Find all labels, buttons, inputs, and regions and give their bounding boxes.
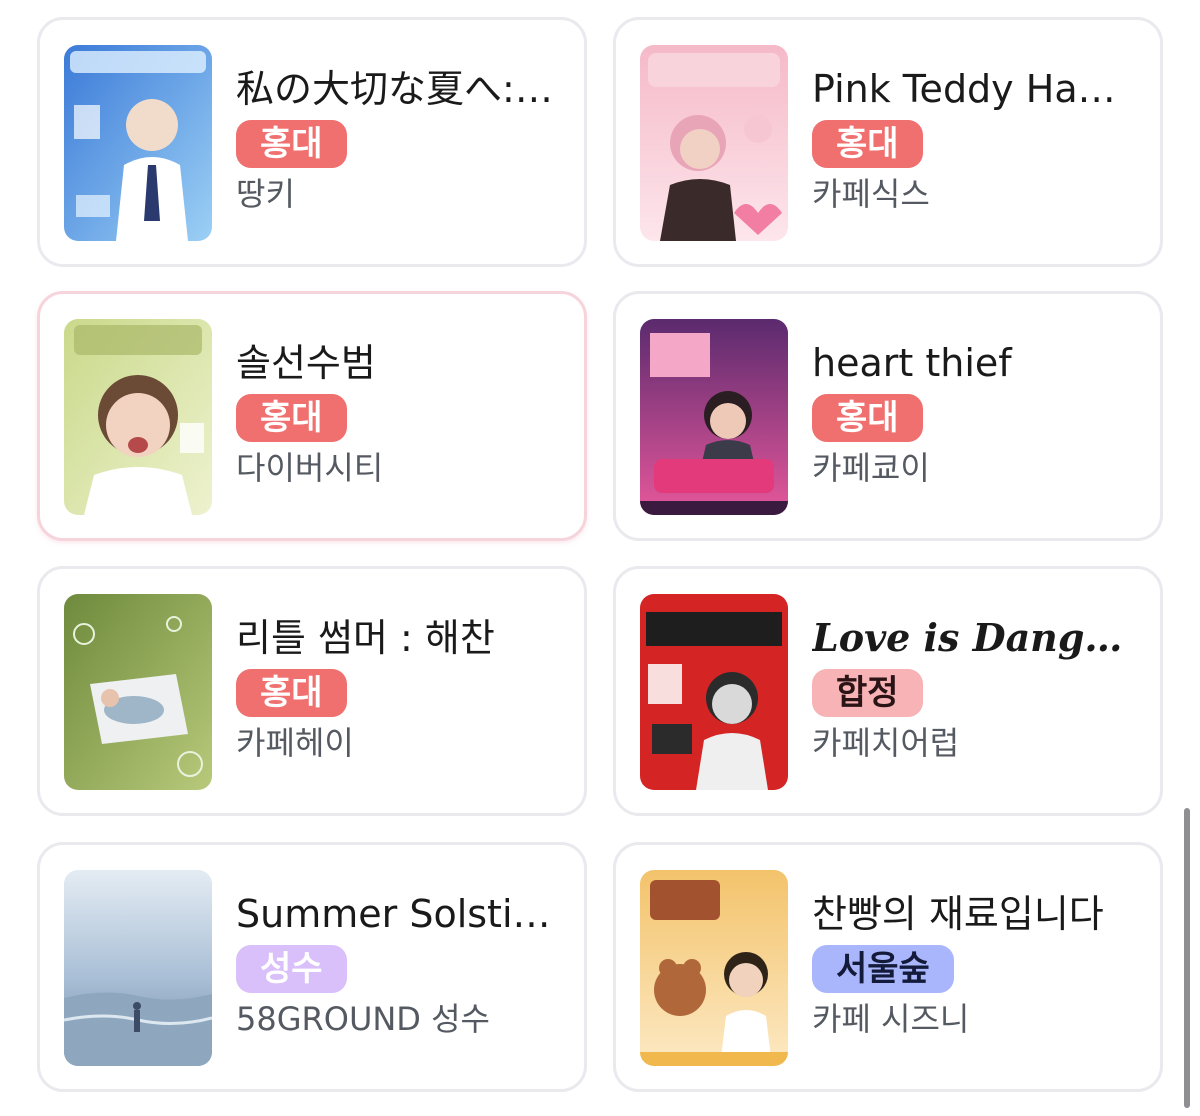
event-title: 찬빵의 재료입니다 — [812, 892, 1104, 936]
event-card[interactable]: heart thief 홍대 카페쿄이 — [613, 291, 1163, 541]
event-poster-image — [640, 319, 788, 515]
vertical-scrollbar[interactable] — [1184, 808, 1190, 1108]
location-badge: 홍대 — [236, 394, 347, 442]
event-poster-image — [640, 594, 788, 790]
event-poster-image — [640, 870, 788, 1066]
event-poster-image — [64, 870, 212, 1066]
event-card-grid: 私の大切な夏へ: … 홍대 땅키 Pink Teddy Hae… 홍대 카페식스 — [0, 0, 1200, 1116]
location-badge: 홍대 — [812, 394, 923, 442]
venue-name: 카페식스 — [812, 175, 930, 213]
event-poster-image — [64, 45, 212, 241]
event-card[interactable]: Summer Solstic… 성수 58GROUND 성수 — [37, 842, 587, 1092]
venue-name: 땅키 — [236, 175, 295, 213]
event-title: Love is Danger… — [812, 615, 1134, 660]
event-card[interactable]: 찬빵의 재료입니다 서울숲 카페 시즈니 — [613, 842, 1163, 1092]
location-badge: 서울숲 — [812, 945, 954, 993]
event-title: heart thief — [812, 341, 1012, 385]
event-card[interactable]: 솔선수범 홍대 다이버시티 — [37, 291, 587, 541]
location-badge: 성수 — [236, 945, 347, 993]
location-badge: 합정 — [812, 669, 923, 717]
venue-name: 다이버시티 — [236, 449, 384, 487]
event-poster-image — [640, 45, 788, 241]
event-title: 리틀 썸머 : 해찬 — [236, 616, 495, 660]
event-card[interactable]: 私の大切な夏へ: … 홍대 땅키 — [37, 17, 587, 267]
event-title: Summer Solstic… — [236, 892, 558, 936]
event-title: 솔선수범 — [236, 341, 376, 385]
venue-name: 카페헤이 — [236, 724, 354, 762]
event-card[interactable]: Love is Danger… 합정 카페치어럽 — [613, 566, 1163, 816]
venue-name: 카페치어럽 — [812, 724, 960, 762]
event-card[interactable]: Pink Teddy Hae… 홍대 카페식스 — [613, 17, 1163, 267]
location-badge: 홍대 — [812, 120, 923, 168]
location-badge: 홍대 — [236, 669, 347, 717]
event-poster-image — [64, 594, 212, 790]
venue-name: 58GROUND 성수 — [236, 1000, 490, 1038]
event-card[interactable]: 리틀 썸머 : 해찬 홍대 카페헤이 — [37, 566, 587, 816]
location-badge: 홍대 — [236, 120, 347, 168]
event-title: 私の大切な夏へ: … — [236, 67, 558, 111]
venue-name: 카페쿄이 — [812, 449, 930, 487]
venue-name: 카페 시즈니 — [812, 1000, 970, 1038]
event-title: Pink Teddy Hae… — [812, 67, 1134, 111]
event-poster-image — [64, 319, 212, 515]
